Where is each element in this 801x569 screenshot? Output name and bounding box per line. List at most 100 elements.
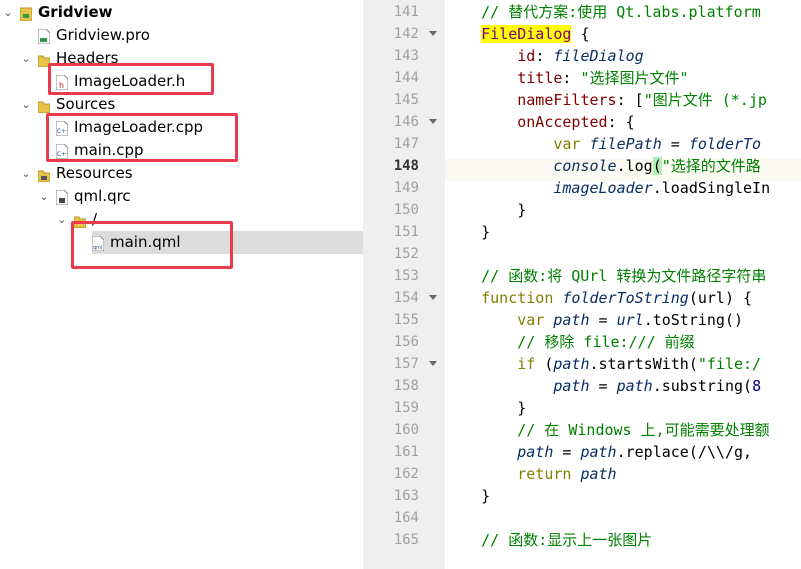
line-number: 148 xyxy=(393,158,419,174)
code-line[interactable]: } xyxy=(445,199,526,221)
fold-toggle-icon[interactable] xyxy=(429,295,437,300)
code-token: imageLoader xyxy=(553,179,653,197)
code-token: nameFilters xyxy=(517,91,617,109)
code-line[interactable]: // 函数:将 QUrl 转换为文件路径字符串 xyxy=(445,265,766,287)
code-line[interactable]: } xyxy=(445,221,490,243)
code-token: } xyxy=(445,487,491,505)
code-token: var xyxy=(553,135,581,153)
fold-toggle-icon[interactable] xyxy=(429,361,437,366)
code-line[interactable]: console.log("选择的文件路 xyxy=(445,155,761,177)
code-line[interactable]: title: "选择图片文件" xyxy=(445,67,689,89)
code-token: .toString() xyxy=(643,311,744,329)
code-line[interactable]: // 替代方案:使用 Qt.labs.platform xyxy=(445,1,761,23)
line-number: 163 xyxy=(393,488,419,504)
code-line[interactable]: imageLoader.loadSingleIn xyxy=(445,177,770,199)
line-number: 151 xyxy=(393,224,419,240)
expand-arrow-icon[interactable]: ⌄ xyxy=(20,47,32,70)
code-token: : { xyxy=(607,113,635,131)
expand-arrow-icon[interactable]: ⌄ xyxy=(20,162,32,185)
code-editor[interactable]: // 替代方案:使用 Qt.labs.platform FileDialog {… xyxy=(445,0,801,569)
expand-arrow-icon[interactable]: ⌄ xyxy=(2,1,14,24)
tree-item-gridview[interactable]: ⌄ Gridview xyxy=(0,1,363,24)
code-token: } xyxy=(445,223,491,241)
code-line[interactable]: } xyxy=(445,485,490,507)
code-token: path xyxy=(580,443,617,461)
code-token: .substring( xyxy=(652,377,753,395)
tree-item-gridview-pro[interactable]: Gridview.pro xyxy=(0,24,363,47)
code-token: ( xyxy=(652,157,662,175)
code-token: .startsWith( xyxy=(589,355,698,373)
code-token: path xyxy=(553,377,590,395)
code-token: return xyxy=(517,465,572,483)
expand-arrow-icon[interactable]: ⌄ xyxy=(56,208,68,231)
code-line[interactable]: var filePath = folderTo xyxy=(445,133,761,155)
line-number: 143 xyxy=(393,48,419,64)
tree-item-label: Gridview.pro xyxy=(56,26,150,44)
code-line[interactable]: id: fileDialog xyxy=(445,45,643,67)
code-line[interactable]: nameFilters: ["图片文件 (*.jp xyxy=(445,89,767,111)
code-token: "file:/ xyxy=(697,355,762,373)
code-line[interactable]: path = path.substring(8 xyxy=(445,375,761,397)
tree-item-resources[interactable]: ⌄ Resources xyxy=(0,162,363,185)
code-line[interactable]: // 在 Windows 上,可能需要处理额 xyxy=(445,419,769,441)
line-number: 164 xyxy=(393,510,419,526)
code-token: ( xyxy=(535,355,554,373)
line-number: 149 xyxy=(393,180,419,196)
code-line[interactable]: } xyxy=(445,397,526,419)
code-token: = xyxy=(589,377,617,395)
code-token: } xyxy=(445,201,527,219)
line-number: 161 xyxy=(393,444,419,460)
code-token: (url) { xyxy=(688,289,753,307)
code-token: console xyxy=(553,157,617,175)
code-line[interactable]: // 函数:显示上一张图片 xyxy=(445,529,652,551)
line-number: 156 xyxy=(393,334,419,350)
code-token: path xyxy=(517,443,554,461)
code-line[interactable]: // 移除 file:/// 前缀 xyxy=(445,331,694,353)
line-number: 150 xyxy=(393,202,419,218)
project-tree[interactable]: ⌄ Gridview Gridview.pro ⌄ Headers h ImageLoade… xyxy=(0,0,364,569)
folder-icon xyxy=(37,97,51,114)
expand-arrow-icon[interactable]: ⌄ xyxy=(38,185,50,208)
code-token: : xyxy=(562,69,581,87)
code-token: // 函数:将 QUrl 转换为文件路径字符串 xyxy=(445,267,767,285)
tree-item-label: qml.qrc xyxy=(74,187,131,205)
code-line[interactable]: FileDialog { xyxy=(445,23,590,45)
code-line[interactable]: function folderToString(url) { xyxy=(445,287,752,309)
code-token: filePath xyxy=(589,135,662,153)
code-line[interactable]: return path xyxy=(445,463,616,485)
line-number: 147 xyxy=(393,136,419,152)
tree-item-qml-qrc[interactable]: ⌄ qml.qrc xyxy=(0,185,363,208)
code-token: var xyxy=(517,311,545,329)
annotation-box-main-qml xyxy=(71,221,233,269)
line-number: 157 xyxy=(393,356,419,372)
qrc-file-icon xyxy=(55,189,69,206)
line-number: 154 xyxy=(393,290,419,306)
code-token: // 函数:显示上一张图片 xyxy=(445,531,653,549)
code-token: "选择图片文件" xyxy=(580,69,689,87)
code-line[interactable]: if (path.startsWith("file:/ xyxy=(445,353,761,375)
fold-toggle-icon[interactable] xyxy=(429,31,437,36)
line-number: 141 xyxy=(393,4,419,20)
code-token: "图片文件 (*.jp xyxy=(643,91,767,109)
expand-arrow-icon[interactable]: ⌄ xyxy=(20,93,32,116)
code-token: // 替代方案:使用 Qt.labs.platform xyxy=(445,3,761,21)
line-number: 158 xyxy=(393,378,419,394)
line-number: 146 xyxy=(393,114,419,130)
code-token: "选择的文件路 xyxy=(661,157,761,175)
code-token: = xyxy=(553,443,581,461)
fold-toggle-icon[interactable] xyxy=(429,119,437,124)
code-token: title xyxy=(517,69,563,87)
code-line[interactable]: path = path.replace(/\\/g, xyxy=(445,441,752,463)
line-number: 165 xyxy=(393,532,419,548)
code-line[interactable]: var path = url.toString() xyxy=(445,309,743,331)
code-line[interactable]: onAccepted: { xyxy=(445,111,635,133)
line-number: 145 xyxy=(393,92,419,108)
code-token: function xyxy=(481,289,554,307)
